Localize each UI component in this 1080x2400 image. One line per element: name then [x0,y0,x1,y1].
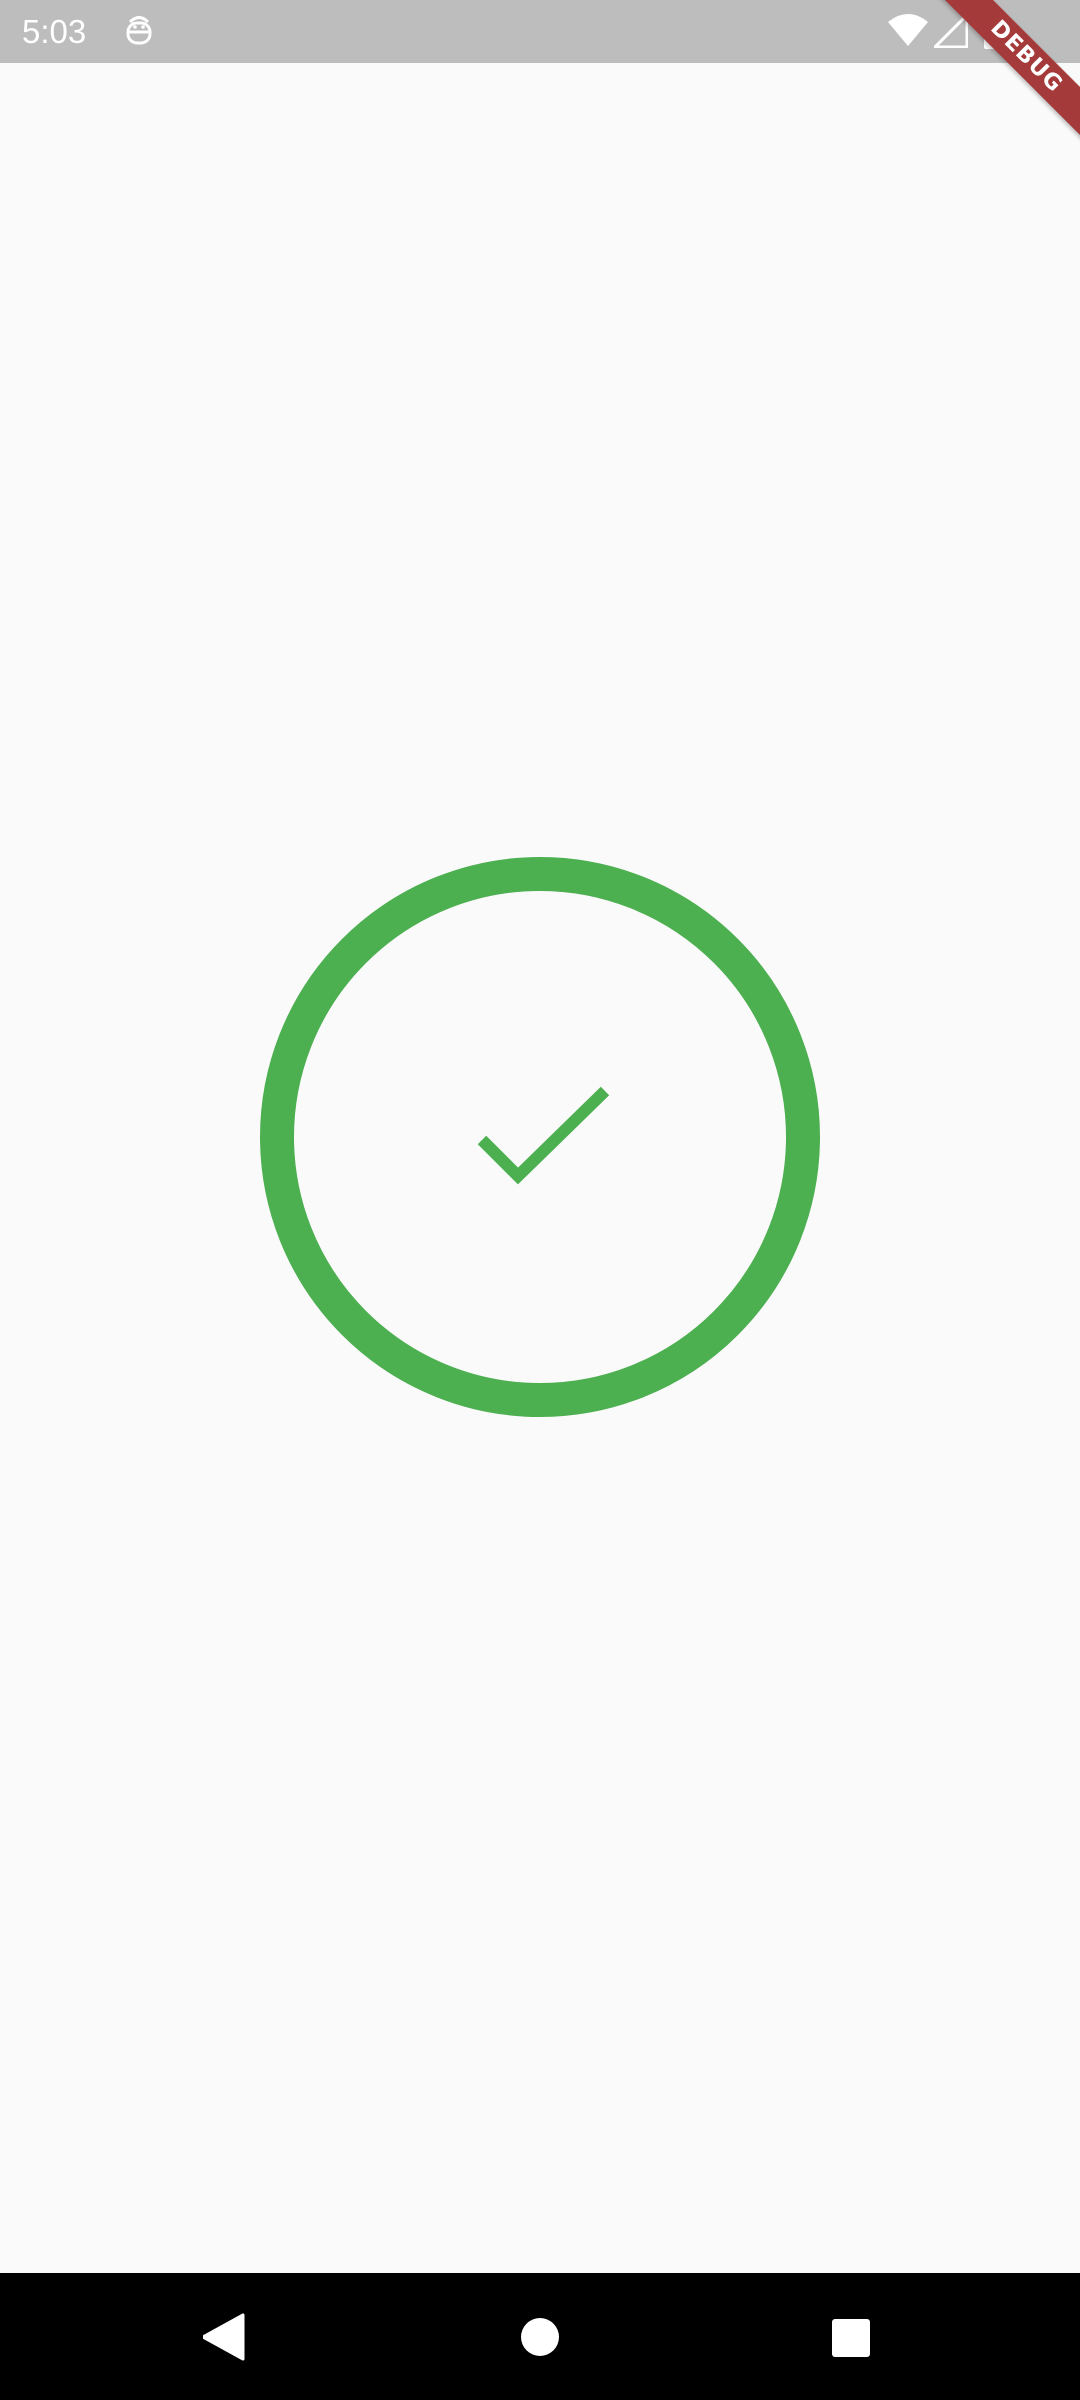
success-ring [260,857,820,1417]
back-icon[interactable] [203,2313,247,2361]
signal-icon [934,14,968,48]
recents-icon[interactable] [831,2318,871,2358]
app-screen: 5:03 DEBUG [0,0,1080,2400]
wifi-icon [888,14,928,46]
battery-icon [984,13,1006,49]
check-circle-icon [260,857,820,1417]
status-bar: 5:03 [0,0,1080,63]
status-time: 5:03 [22,13,87,50]
home-icon[interactable] [520,2317,560,2357]
navigation-bar [0,2273,1080,2400]
checkmark [477,1086,610,1185]
debug-app-icon [126,16,152,45]
